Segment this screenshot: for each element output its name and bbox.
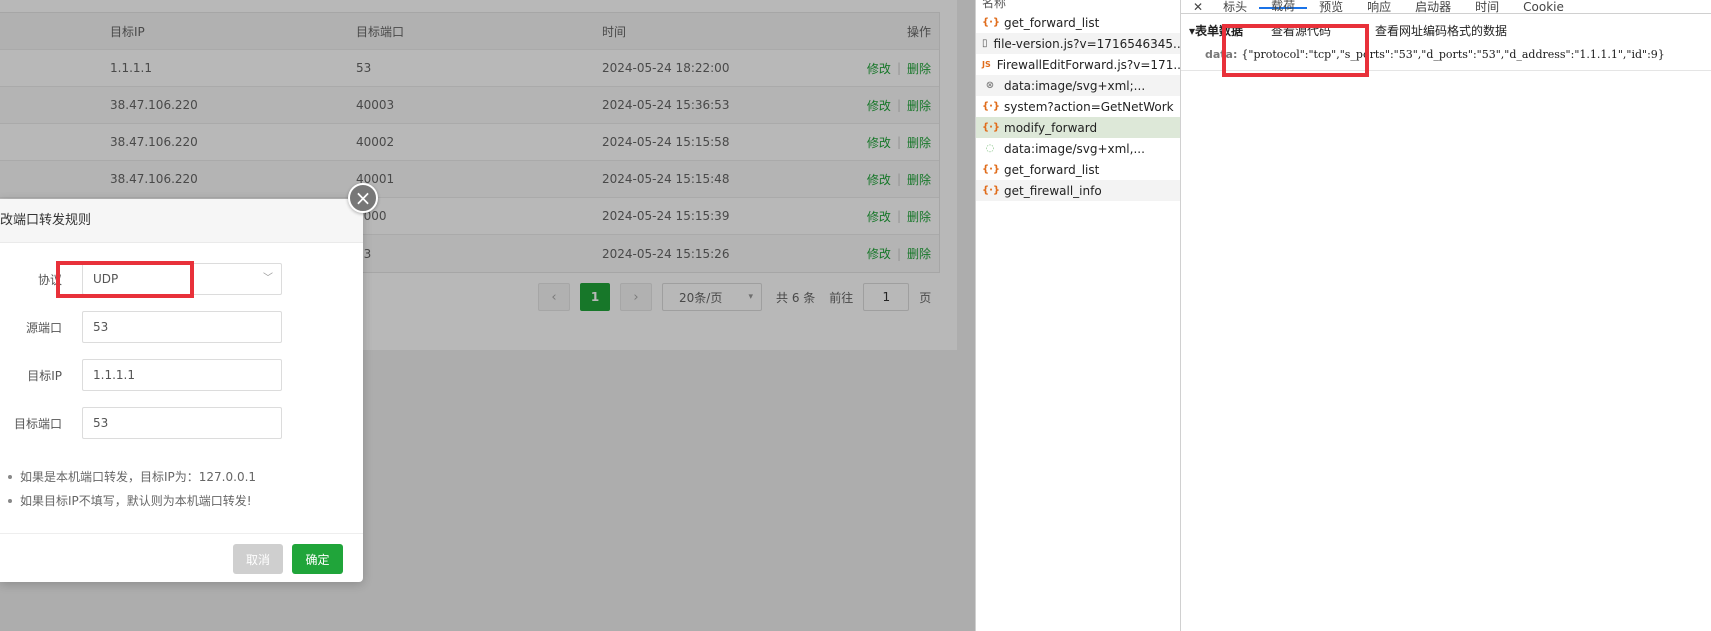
dialog-title: 改端口转发规则 (0, 199, 363, 243)
xhr-icon: {·} (982, 185, 1001, 196)
request-detail: ✕ 标头 载荷 预览 响应 启动器 时间 Cookie ▾表单数据 查看源代码 … (1181, 0, 1711, 631)
source-port-row: 源端口 53 (0, 311, 282, 343)
request-item-selected[interactable]: {·} modify_forward (976, 117, 1180, 138)
request-item[interactable]: JS FirewallEditForward.js?v=171... (976, 54, 1180, 75)
image-icon: ⊗ (985, 80, 995, 91)
tab-payload[interactable]: 载荷 (1259, 0, 1308, 12)
target-ip-input[interactable]: 1.1.1.1 (82, 359, 282, 391)
target-port-input[interactable]: 53 (82, 407, 282, 439)
chevron-down-icon: ﹀ (263, 273, 273, 284)
request-list: 名称 {·} get_forward_list ▯ file-version.js?… (976, 0, 1181, 631)
cancel-button[interactable]: 取消 (233, 544, 283, 574)
tab-headers[interactable]: 标头 (1211, 1, 1259, 13)
request-item[interactable]: ▯ file-version.js?v=1716546345... (976, 33, 1180, 54)
firewall-app: 目标IP 目标端口 时间 操作 1.1.1.1 53 2024-05-24 18… (0, 0, 975, 631)
target-ip-row: 目标IP 1.1.1.1 (0, 359, 282, 391)
image-icon: ◌ (985, 143, 995, 154)
confirm-button[interactable]: 确定 (292, 544, 343, 574)
script-icon: JS (982, 60, 991, 69)
note-item: 如果是本机端口转发，目标IP为：127.0.0.1 (8, 465, 256, 489)
request-item[interactable]: {·} get_forward_list (976, 12, 1180, 33)
payload-highlight-box (1222, 24, 1369, 77)
note-item: 如果目标IP不填写，默认则为本机端口转发! (8, 489, 256, 513)
request-name: get_forward_list (1004, 15, 1100, 30)
source-port-label: 源端口 (25, 320, 62, 335)
dialog-footer: 取消 确定 (0, 533, 363, 582)
request-name: get_forward_list (1004, 162, 1100, 177)
request-list-header: 名称 (982, 0, 1007, 10)
source-port-input[interactable]: 53 (82, 311, 282, 343)
target-port-label: 目标端口 (13, 416, 62, 431)
tab-preview[interactable]: 预览 (1307, 1, 1355, 13)
request-name: data:image/svg+xml,... (1004, 141, 1145, 156)
request-name: system?action=GetNetWork (1004, 99, 1174, 114)
protocol-label: 协议 (37, 272, 62, 287)
request-name: get_firewall_info (1004, 183, 1102, 198)
request-item[interactable]: ⊗ data:image/svg+xml;... (976, 75, 1180, 96)
xhr-icon: {·} (982, 101, 1001, 112)
detail-tabs: ✕ 标头 载荷 预览 响应 启动器 时间 Cookie (1181, 0, 1711, 14)
xhr-icon: {·} (982, 17, 1001, 28)
request-item[interactable]: ◌ data:image/svg+xml,... (976, 138, 1180, 159)
target-ip-label: 目标IP (27, 368, 62, 383)
request-item[interactable]: {·} get_firewall_info (976, 180, 1180, 201)
request-name: FirewallEditForward.js?v=171... (996, 57, 1180, 72)
request-item[interactable]: {·} system?action=GetNetWork (976, 96, 1180, 117)
help-notes: 如果是本机端口转发，目标IP为：127.0.0.1 如果目标IP不填写，默认则为… (8, 465, 256, 513)
close-icon[interactable]: × (348, 183, 378, 213)
request-name: modify_forward (1004, 120, 1098, 135)
request-name: file-version.js?v=1716546345... (993, 36, 1180, 51)
view-url-encoded-link[interactable]: 查看网址编码格式的数据 (1375, 22, 1507, 39)
edit-forward-dialog: 改端口转发规则 协议 UDP ﹀ 源端口 53 目标IP 1.1.1.1 目标端口… (0, 199, 363, 582)
tab-initiator[interactable]: 启动器 (1403, 1, 1463, 13)
tab-response[interactable]: 响应 (1355, 1, 1403, 13)
xhr-icon: {·} (982, 164, 1001, 175)
protocol-highlight-box (56, 261, 194, 298)
close-icon[interactable]: ✕ (1181, 1, 1211, 13)
request-name: data:image/svg+xml;... (1004, 78, 1146, 93)
target-port-row: 目标端口 53 (0, 407, 282, 439)
document-icon: ▯ (982, 38, 988, 49)
tab-cookie[interactable]: Cookie (1511, 1, 1576, 13)
xhr-icon: {·} (982, 122, 1001, 133)
devtools-network-panel: 名称 {·} get_forward_list ▯ file-version.js?… (975, 0, 1711, 631)
request-item[interactable]: {·} get_forward_list (976, 159, 1180, 180)
tab-timing[interactable]: 时间 (1463, 1, 1511, 13)
